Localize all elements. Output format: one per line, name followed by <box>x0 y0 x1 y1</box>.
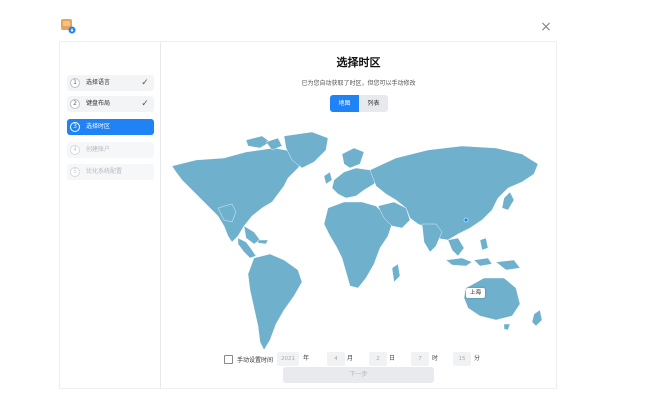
view-toggle: 地图 列表 <box>330 95 388 112</box>
month-field: 4 <box>327 352 345 366</box>
step-label: 键盘布局 <box>86 100 111 107</box>
step-keyboard-layout[interactable]: 2 键盘布局 ✓ <box>67 96 154 112</box>
step-number: 1 <box>70 78 80 88</box>
step-number: 4 <box>70 145 80 155</box>
hour-unit: 时 <box>432 355 439 362</box>
check-icon: ✓ <box>141 78 149 88</box>
step-sidebar: 1 选择语言 ✓ 2 键盘布局 ✓ 3 选择时区 4 创建账户 5 优化系统配置 <box>60 42 161 388</box>
world-map-graphic[interactable] <box>166 128 551 368</box>
manual-time-toggle[interactable]: 手动设置时间 <box>224 355 273 364</box>
step-create-account: 4 创建账户 <box>67 142 154 158</box>
step-label: 创建账户 <box>86 146 111 153</box>
step-select-timezone[interactable]: 3 选择时区 <box>67 119 154 135</box>
timezone-panel: 选择时区 已为您自动获取了时区，但您可以手动修改 地图 列表 上海 手动设置时间… <box>161 42 556 388</box>
installer-logo-icon <box>60 18 76 34</box>
month-unit: 月 <box>347 355 354 362</box>
tab-map-view[interactable]: 地图 <box>330 95 359 112</box>
step-number: 5 <box>70 167 80 177</box>
year-field: 2021 <box>277 352 299 366</box>
world-timezone-map[interactable]: 上海 <box>166 128 551 368</box>
next-button[interactable]: 下一步 <box>283 367 434 383</box>
minute-unit: 分 <box>474 355 481 362</box>
page-title: 选择时区 <box>336 56 381 69</box>
day-field: 2 <box>369 352 387 366</box>
page-subtitle: 已为您自动获取了时区，但您可以手动修改 <box>301 80 416 87</box>
check-icon: ✓ <box>141 99 149 109</box>
selected-city-pin[interactable] <box>463 217 469 223</box>
close-icon: × <box>540 19 552 35</box>
step-label: 选择时区 <box>86 123 111 130</box>
installer-window: 1 选择语言 ✓ 2 键盘布局 ✓ 3 选择时区 4 创建账户 5 优化系统配置… <box>60 42 556 388</box>
day-unit: 日 <box>389 355 396 362</box>
manual-time-label: 手动设置时间 <box>237 357 274 364</box>
minute-field: 15 <box>453 352 471 366</box>
step-label: 优化系统配置 <box>86 168 123 175</box>
step-label: 选择语言 <box>86 79 111 86</box>
selected-city-label: 上海 <box>466 288 486 298</box>
continents <box>171 131 543 351</box>
close-button[interactable]: × <box>538 19 554 35</box>
footer-controls: 手动设置时间 2021 年 4 月 2 日 7 时 15 分 下一步 <box>161 348 556 388</box>
step-optimize-config: 5 优化系统配置 <box>67 164 154 180</box>
step-number: 3 <box>70 122 80 132</box>
manual-time-checkbox[interactable] <box>224 355 233 364</box>
step-number: 2 <box>70 99 80 109</box>
tab-list-view[interactable]: 列表 <box>359 95 388 112</box>
year-unit: 年 <box>303 355 310 362</box>
step-select-language[interactable]: 1 选择语言 ✓ <box>67 75 154 91</box>
hour-field: 7 <box>411 352 429 366</box>
